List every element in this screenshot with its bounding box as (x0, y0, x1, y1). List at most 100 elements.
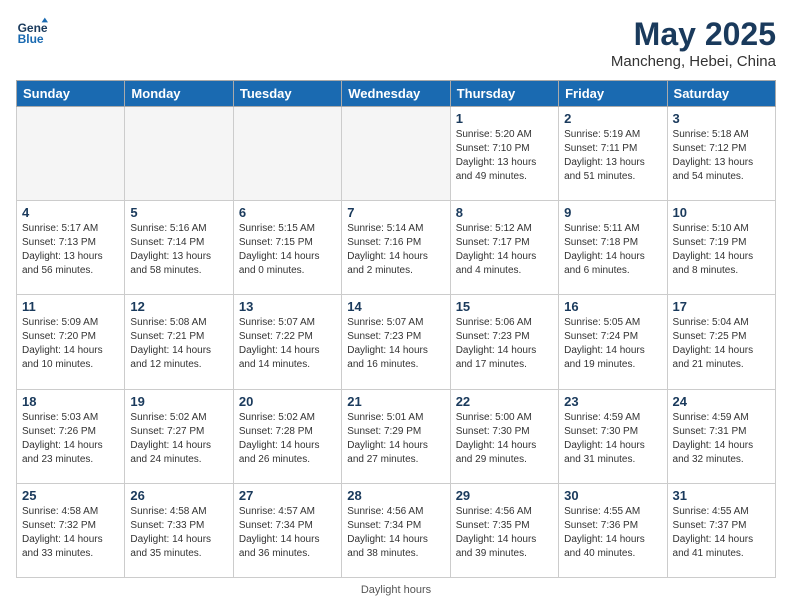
calendar-cell: 14Sunrise: 5:07 AM Sunset: 7:23 PM Dayli… (342, 295, 450, 389)
day-number: 11 (22, 299, 119, 314)
calendar-cell: 15 Sunrise: 5:06 AM Sunset: 7:23 PM Dayli… (450, 295, 558, 389)
day-number: 23 (564, 394, 661, 409)
day-header-wednesday: Wednesday (342, 81, 450, 107)
calendar-week-3: 18Sunrise: 5:03 AM Sunset: 7:26 PM Dayli… (17, 389, 776, 483)
day-info: Sunrise: 5:11 AM Sunset: 7:18 PM Dayligh… (564, 222, 661, 278)
title-block: May 2025 Mancheng, Hebei, China (611, 16, 776, 70)
calendar-cell: 18Sunrise: 5:03 AM Sunset: 7:26 PM Dayli… (17, 389, 125, 483)
day-info: Sunrise: 5:12 AM Sunset: 7:17 PM Dayligh… (456, 222, 553, 278)
logo: General Blue (16, 16, 48, 48)
day-info: Sunrise: 5:05 AM Sunset: 7:24 PM Dayligh… (564, 316, 661, 372)
footer-note: Daylight hours (16, 584, 776, 596)
day-number: 21 (347, 394, 444, 409)
calendar-cell: 29Sunrise: 4:56 AM Sunset: 7:35 PM Dayli… (450, 483, 558, 577)
calendar-cell: 2Sunrise: 5:19 AM Sunset: 7:11 PM Daylig… (559, 107, 667, 201)
day-info: Sunrise: 5:02 AM Sunset: 7:28 PM Dayligh… (239, 411, 336, 467)
calendar-cell: 5Sunrise: 5:16 AM Sunset: 7:14 PM Daylig… (125, 201, 233, 295)
day-info: Sunrise: 4:58 AM Sunset: 7:33 PM Dayligh… (130, 505, 227, 561)
calendar-cell: 26 Sunrise: 4:58 AM Sunset: 7:33 PM Dayli… (125, 483, 233, 577)
calendar-cell: 9 Sunrise: 5:11 AM Sunset: 7:18 PM Daylig… (559, 201, 667, 295)
calendar-cell: 6Sunrise: 5:15 AM Sunset: 7:15 PM Daylig… (233, 201, 341, 295)
calendar-cell: 17 Sunrise: 5:04 AM Sunset: 7:25 PM Dayli… (667, 295, 775, 389)
calendar-week-4: 25 Sunrise: 4:58 AM Sunset: 7:32 PM Dayli… (17, 483, 776, 577)
calendar-table: SundayMondayTuesdayWednesdayThursdayFrid… (16, 80, 776, 578)
day-number: 16 (564, 299, 661, 314)
day-number: 9 (564, 205, 661, 220)
day-number: 26 (130, 488, 227, 503)
svg-text:Blue: Blue (18, 32, 44, 46)
day-number: 5 (130, 205, 227, 220)
calendar-cell: 21 Sunrise: 5:01 AM Sunset: 7:29 PM Dayli… (342, 389, 450, 483)
calendar-header-row: SundayMondayTuesdayWednesdayThursdayFrid… (17, 81, 776, 107)
day-number: 15 (456, 299, 553, 314)
day-number: 3 (673, 111, 770, 126)
calendar-cell: 7Sunrise: 5:14 AM Sunset: 7:16 PM Daylig… (342, 201, 450, 295)
day-number: 24 (673, 394, 770, 409)
day-info: Sunrise: 5:19 AM Sunset: 7:11 PM Dayligh… (564, 128, 661, 184)
calendar-week-2: 11 Sunrise: 5:09 AM Sunset: 7:20 PM Dayli… (17, 295, 776, 389)
day-number: 31 (673, 488, 770, 503)
day-info: Sunrise: 5:09 AM Sunset: 7:20 PM Dayligh… (22, 316, 119, 372)
day-info: Sunrise: 4:59 AM Sunset: 7:30 PM Dayligh… (564, 411, 661, 467)
calendar-cell: 1 Sunrise: 5:20 AM Sunset: 7:10 PM Daylig… (450, 107, 558, 201)
day-info: Sunrise: 4:55 AM Sunset: 7:37 PM Dayligh… (673, 505, 770, 561)
day-info: Sunrise: 5:07 AM Sunset: 7:23 PM Dayligh… (347, 316, 444, 372)
calendar-cell: 20 Sunrise: 5:02 AM Sunset: 7:28 PM Dayli… (233, 389, 341, 483)
day-info: Sunrise: 5:20 AM Sunset: 7:10 PM Dayligh… (456, 128, 553, 184)
day-header-friday: Friday (559, 81, 667, 107)
calendar-cell: 11 Sunrise: 5:09 AM Sunset: 7:20 PM Dayli… (17, 295, 125, 389)
day-info: Sunrise: 5:18 AM Sunset: 7:12 PM Dayligh… (673, 128, 770, 184)
calendar-cell: 19Sunrise: 5:02 AM Sunset: 7:27 PM Dayli… (125, 389, 233, 483)
day-number: 12 (130, 299, 227, 314)
day-header-sunday: Sunday (17, 81, 125, 107)
calendar-cell: 23 Sunrise: 4:59 AM Sunset: 7:30 PM Dayli… (559, 389, 667, 483)
day-number: 17 (673, 299, 770, 314)
day-info: Sunrise: 5:17 AM Sunset: 7:13 PM Dayligh… (22, 222, 119, 278)
month-title: May 2025 (611, 16, 776, 53)
day-info: Sunrise: 4:58 AM Sunset: 7:32 PM Dayligh… (22, 505, 119, 561)
day-info: Sunrise: 5:03 AM Sunset: 7:26 PM Dayligh… (22, 411, 119, 467)
location-title: Mancheng, Hebei, China (611, 53, 776, 70)
day-info: Sunrise: 5:01 AM Sunset: 7:29 PM Dayligh… (347, 411, 444, 467)
calendar-cell: 31 Sunrise: 4:55 AM Sunset: 7:37 PM Dayli… (667, 483, 775, 577)
calendar-cell (17, 107, 125, 201)
day-info: Sunrise: 5:07 AM Sunset: 7:22 PM Dayligh… (239, 316, 336, 372)
calendar-cell: 25 Sunrise: 4:58 AM Sunset: 7:32 PM Dayli… (17, 483, 125, 577)
calendar-cell: 8 Sunrise: 5:12 AM Sunset: 7:17 PM Daylig… (450, 201, 558, 295)
calendar-cell: 22 Sunrise: 5:00 AM Sunset: 7:30 PM Dayli… (450, 389, 558, 483)
day-info: Sunrise: 4:59 AM Sunset: 7:31 PM Dayligh… (673, 411, 770, 467)
day-info: Sunrise: 5:04 AM Sunset: 7:25 PM Dayligh… (673, 316, 770, 372)
day-number: 30 (564, 488, 661, 503)
day-number: 25 (22, 488, 119, 503)
logo-icon: General Blue (16, 16, 48, 48)
header: General Blue May 2025 Mancheng, Hebei, C… (16, 16, 776, 70)
day-header-thursday: Thursday (450, 81, 558, 107)
day-number: 13 (239, 299, 336, 314)
day-info: Sunrise: 5:06 AM Sunset: 7:23 PM Dayligh… (456, 316, 553, 372)
day-number: 1 (456, 111, 553, 126)
day-number: 27 (239, 488, 336, 503)
calendar-week-1: 4 Sunrise: 5:17 AM Sunset: 7:13 PM Daylig… (17, 201, 776, 295)
calendar-cell: 27 Sunrise: 4:57 AM Sunset: 7:34 PM Dayli… (233, 483, 341, 577)
day-number: 22 (456, 394, 553, 409)
day-info: Sunrise: 5:08 AM Sunset: 7:21 PM Dayligh… (130, 316, 227, 372)
calendar-cell: 12 Sunrise: 5:08 AM Sunset: 7:21 PM Dayli… (125, 295, 233, 389)
calendar-cell (125, 107, 233, 201)
calendar-cell: 28Sunrise: 4:56 AM Sunset: 7:34 PM Dayli… (342, 483, 450, 577)
day-number: 20 (239, 394, 336, 409)
day-number: 8 (456, 205, 553, 220)
day-info: Sunrise: 5:15 AM Sunset: 7:15 PM Dayligh… (239, 222, 336, 278)
day-info: Sunrise: 4:56 AM Sunset: 7:34 PM Dayligh… (347, 505, 444, 561)
day-info: Sunrise: 4:56 AM Sunset: 7:35 PM Dayligh… (456, 505, 553, 561)
calendar-cell: 3 Sunrise: 5:18 AM Sunset: 7:12 PM Daylig… (667, 107, 775, 201)
calendar-cell: 10Sunrise: 5:10 AM Sunset: 7:19 PM Dayli… (667, 201, 775, 295)
page: General Blue May 2025 Mancheng, Hebei, C… (0, 0, 792, 612)
day-number: 4 (22, 205, 119, 220)
day-number: 7 (347, 205, 444, 220)
day-number: 19 (130, 394, 227, 409)
day-info: Sunrise: 5:00 AM Sunset: 7:30 PM Dayligh… (456, 411, 553, 467)
day-info: Sunrise: 4:57 AM Sunset: 7:34 PM Dayligh… (239, 505, 336, 561)
day-number: 10 (673, 205, 770, 220)
calendar-cell: 24 Sunrise: 4:59 AM Sunset: 7:31 PM Dayli… (667, 389, 775, 483)
day-header-tuesday: Tuesday (233, 81, 341, 107)
